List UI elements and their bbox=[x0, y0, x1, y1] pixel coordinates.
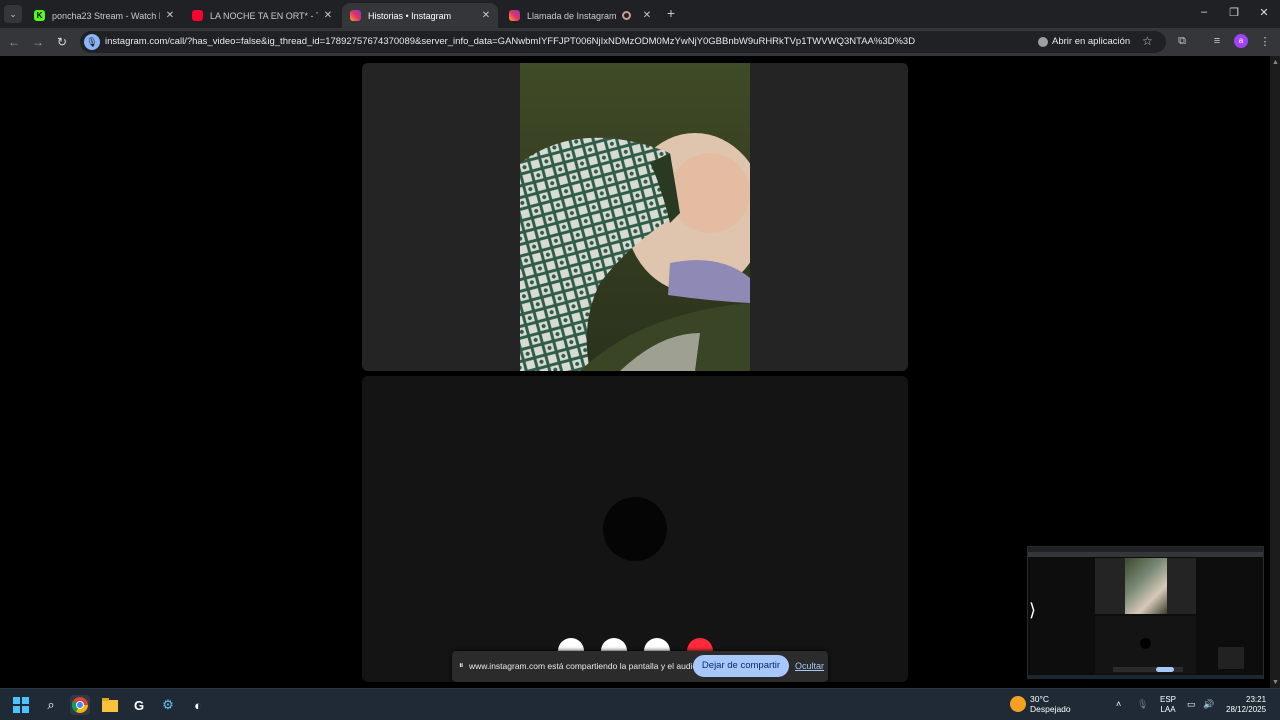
remote-video-panel bbox=[362, 63, 908, 371]
weather-temp: 30°C bbox=[1030, 694, 1049, 704]
new-tab-button[interactable]: + bbox=[664, 5, 678, 23]
network-icon[interactable]: ▭ bbox=[1187, 699, 1196, 710]
screen-share-preview[interactable] bbox=[1027, 546, 1264, 679]
tab-strip: ⌄ K poncha23 Stream - Watch Live ✕ LA NO… bbox=[0, 0, 1280, 28]
file-explorer-icon[interactable] bbox=[100, 695, 120, 715]
app-icon bbox=[1038, 36, 1048, 47]
scroll-down-icon[interactable]: ▼ bbox=[1272, 679, 1279, 686]
scroll-up-icon[interactable]: ▲ bbox=[1272, 59, 1279, 66]
clock[interactable]: 23:21 28/12/2025 bbox=[1226, 695, 1266, 715]
weather-widget[interactable]: 30°C Despejado bbox=[1010, 694, 1071, 714]
tab-historias[interactable]: Historias • Instagram ✕ bbox=[342, 3, 498, 28]
reload-icon[interactable]: ↻ bbox=[54, 34, 70, 50]
youtube-icon bbox=[192, 10, 203, 21]
preview-toolbar bbox=[1028, 552, 1263, 557]
clock-time: 23:21 bbox=[1246, 695, 1267, 704]
preview-share-button bbox=[1156, 667, 1174, 672]
video-stream bbox=[520, 63, 750, 371]
windows-start-icon[interactable] bbox=[11, 695, 31, 715]
local-video-panel bbox=[362, 376, 908, 682]
sun-icon bbox=[1010, 696, 1026, 712]
preview-mini-thumbnail bbox=[1218, 647, 1244, 669]
drag-handle-icon[interactable]: ⏸ bbox=[459, 660, 464, 671]
recording-icon bbox=[622, 11, 631, 20]
instagram-icon bbox=[350, 10, 361, 21]
microphone-icon[interactable]: 🎙 bbox=[84, 34, 100, 50]
hide-link[interactable]: Ocultar bbox=[795, 661, 824, 671]
close-icon[interactable]: ✕ bbox=[641, 10, 653, 22]
close-icon[interactable]: ✕ bbox=[164, 10, 176, 22]
tab-title: Historias • Instagram bbox=[368, 10, 452, 21]
language-code: ESP bbox=[1160, 695, 1177, 704]
clock-date: 28/12/2025 bbox=[1226, 705, 1267, 714]
open-in-app-button[interactable]: Abrir en aplicación bbox=[1038, 36, 1130, 47]
windows-taskbar: ⌕ G ⚙ ◐ 30°C Despejado ˄ 🎙 ESP LAA ▭ 🔊 2… bbox=[0, 688, 1280, 720]
weather-desc: Despejado bbox=[1030, 704, 1071, 714]
microphone-icon[interactable]: 🎙 bbox=[1137, 699, 1148, 710]
tab-title: Llamada de Instagram bbox=[527, 10, 617, 21]
tab-kick[interactable]: K poncha23 Stream - Watch Live ✕ bbox=[26, 3, 182, 28]
profile-avatar[interactable]: a bbox=[1234, 34, 1248, 48]
epic-games-icon[interactable]: G bbox=[129, 695, 149, 715]
minimize-icon[interactable]: – bbox=[1196, 6, 1212, 18]
tab-title: LA NOCHE TA EN ORT* - TUSSI bbox=[210, 10, 318, 21]
avatar bbox=[603, 497, 667, 561]
instagram-icon bbox=[509, 10, 520, 21]
bookmark-star-icon[interactable]: ☆ bbox=[1142, 34, 1153, 48]
close-icon[interactable]: ✕ bbox=[322, 10, 334, 22]
tab-title: poncha23 Stream - Watch Live bbox=[52, 10, 160, 21]
volume-icon[interactable]: 🔊 bbox=[1203, 699, 1214, 710]
preview-video bbox=[1125, 558, 1167, 614]
language-indicator[interactable]: ESP LAA bbox=[1160, 695, 1176, 715]
media-control-icon[interactable]: ≡ bbox=[1210, 35, 1224, 47]
riot-client-icon[interactable]: ◐ bbox=[188, 695, 208, 715]
search-icon[interactable]: ⌕ bbox=[41, 695, 61, 715]
chevron-right-icon[interactable]: ⟩ bbox=[1029, 600, 1036, 621]
kick-icon: K bbox=[34, 10, 45, 21]
tab-youtube[interactable]: LA NOCHE TA EN ORT* - TUSSI ✕ bbox=[184, 3, 340, 28]
stop-sharing-button[interactable]: Dejar de compartir bbox=[693, 655, 789, 677]
keyboard-layout: LAA bbox=[1160, 705, 1176, 714]
tab-search-icon[interactable]: ⌄ bbox=[4, 5, 22, 23]
back-icon[interactable]: ← bbox=[6, 34, 22, 50]
close-window-icon[interactable]: ✕ bbox=[1256, 6, 1272, 19]
steam-icon[interactable]: ⚙ bbox=[158, 695, 178, 715]
screen-share-bar: ⏸ www.instagram.com está compartiendo la… bbox=[452, 651, 828, 682]
url-text[interactable]: instagram.com/call/?has_video=false&ig_t… bbox=[105, 36, 915, 47]
chevron-up-icon[interactable]: ˄ bbox=[1116, 699, 1121, 709]
close-icon[interactable]: ✕ bbox=[480, 10, 492, 22]
maximize-icon[interactable]: ❐ bbox=[1226, 6, 1242, 19]
address-bar[interactable]: 🎙 instagram.com/call/?has_video=false&ig… bbox=[80, 31, 1166, 53]
chrome-icon[interactable] bbox=[70, 695, 90, 715]
share-message: www.instagram.com está compartiendo la p… bbox=[469, 661, 700, 671]
open-in-app-label: Abrir en aplicación bbox=[1052, 36, 1131, 47]
scrollbar[interactable] bbox=[1270, 56, 1280, 688]
extensions-icon[interactable]: ⧉ bbox=[1175, 35, 1189, 48]
forward-icon[interactable]: → bbox=[30, 34, 46, 50]
tab-llamada[interactable]: Llamada de Instagram ✕ bbox=[501, 3, 659, 28]
menu-icon[interactable]: ⋮ bbox=[1258, 35, 1272, 48]
browser-toolbar: ← → ↻ 🎙 instagram.com/call/?has_video=fa… bbox=[0, 28, 1280, 56]
preview-taskbar bbox=[1028, 675, 1263, 679]
preview-avatar bbox=[1140, 638, 1151, 649]
